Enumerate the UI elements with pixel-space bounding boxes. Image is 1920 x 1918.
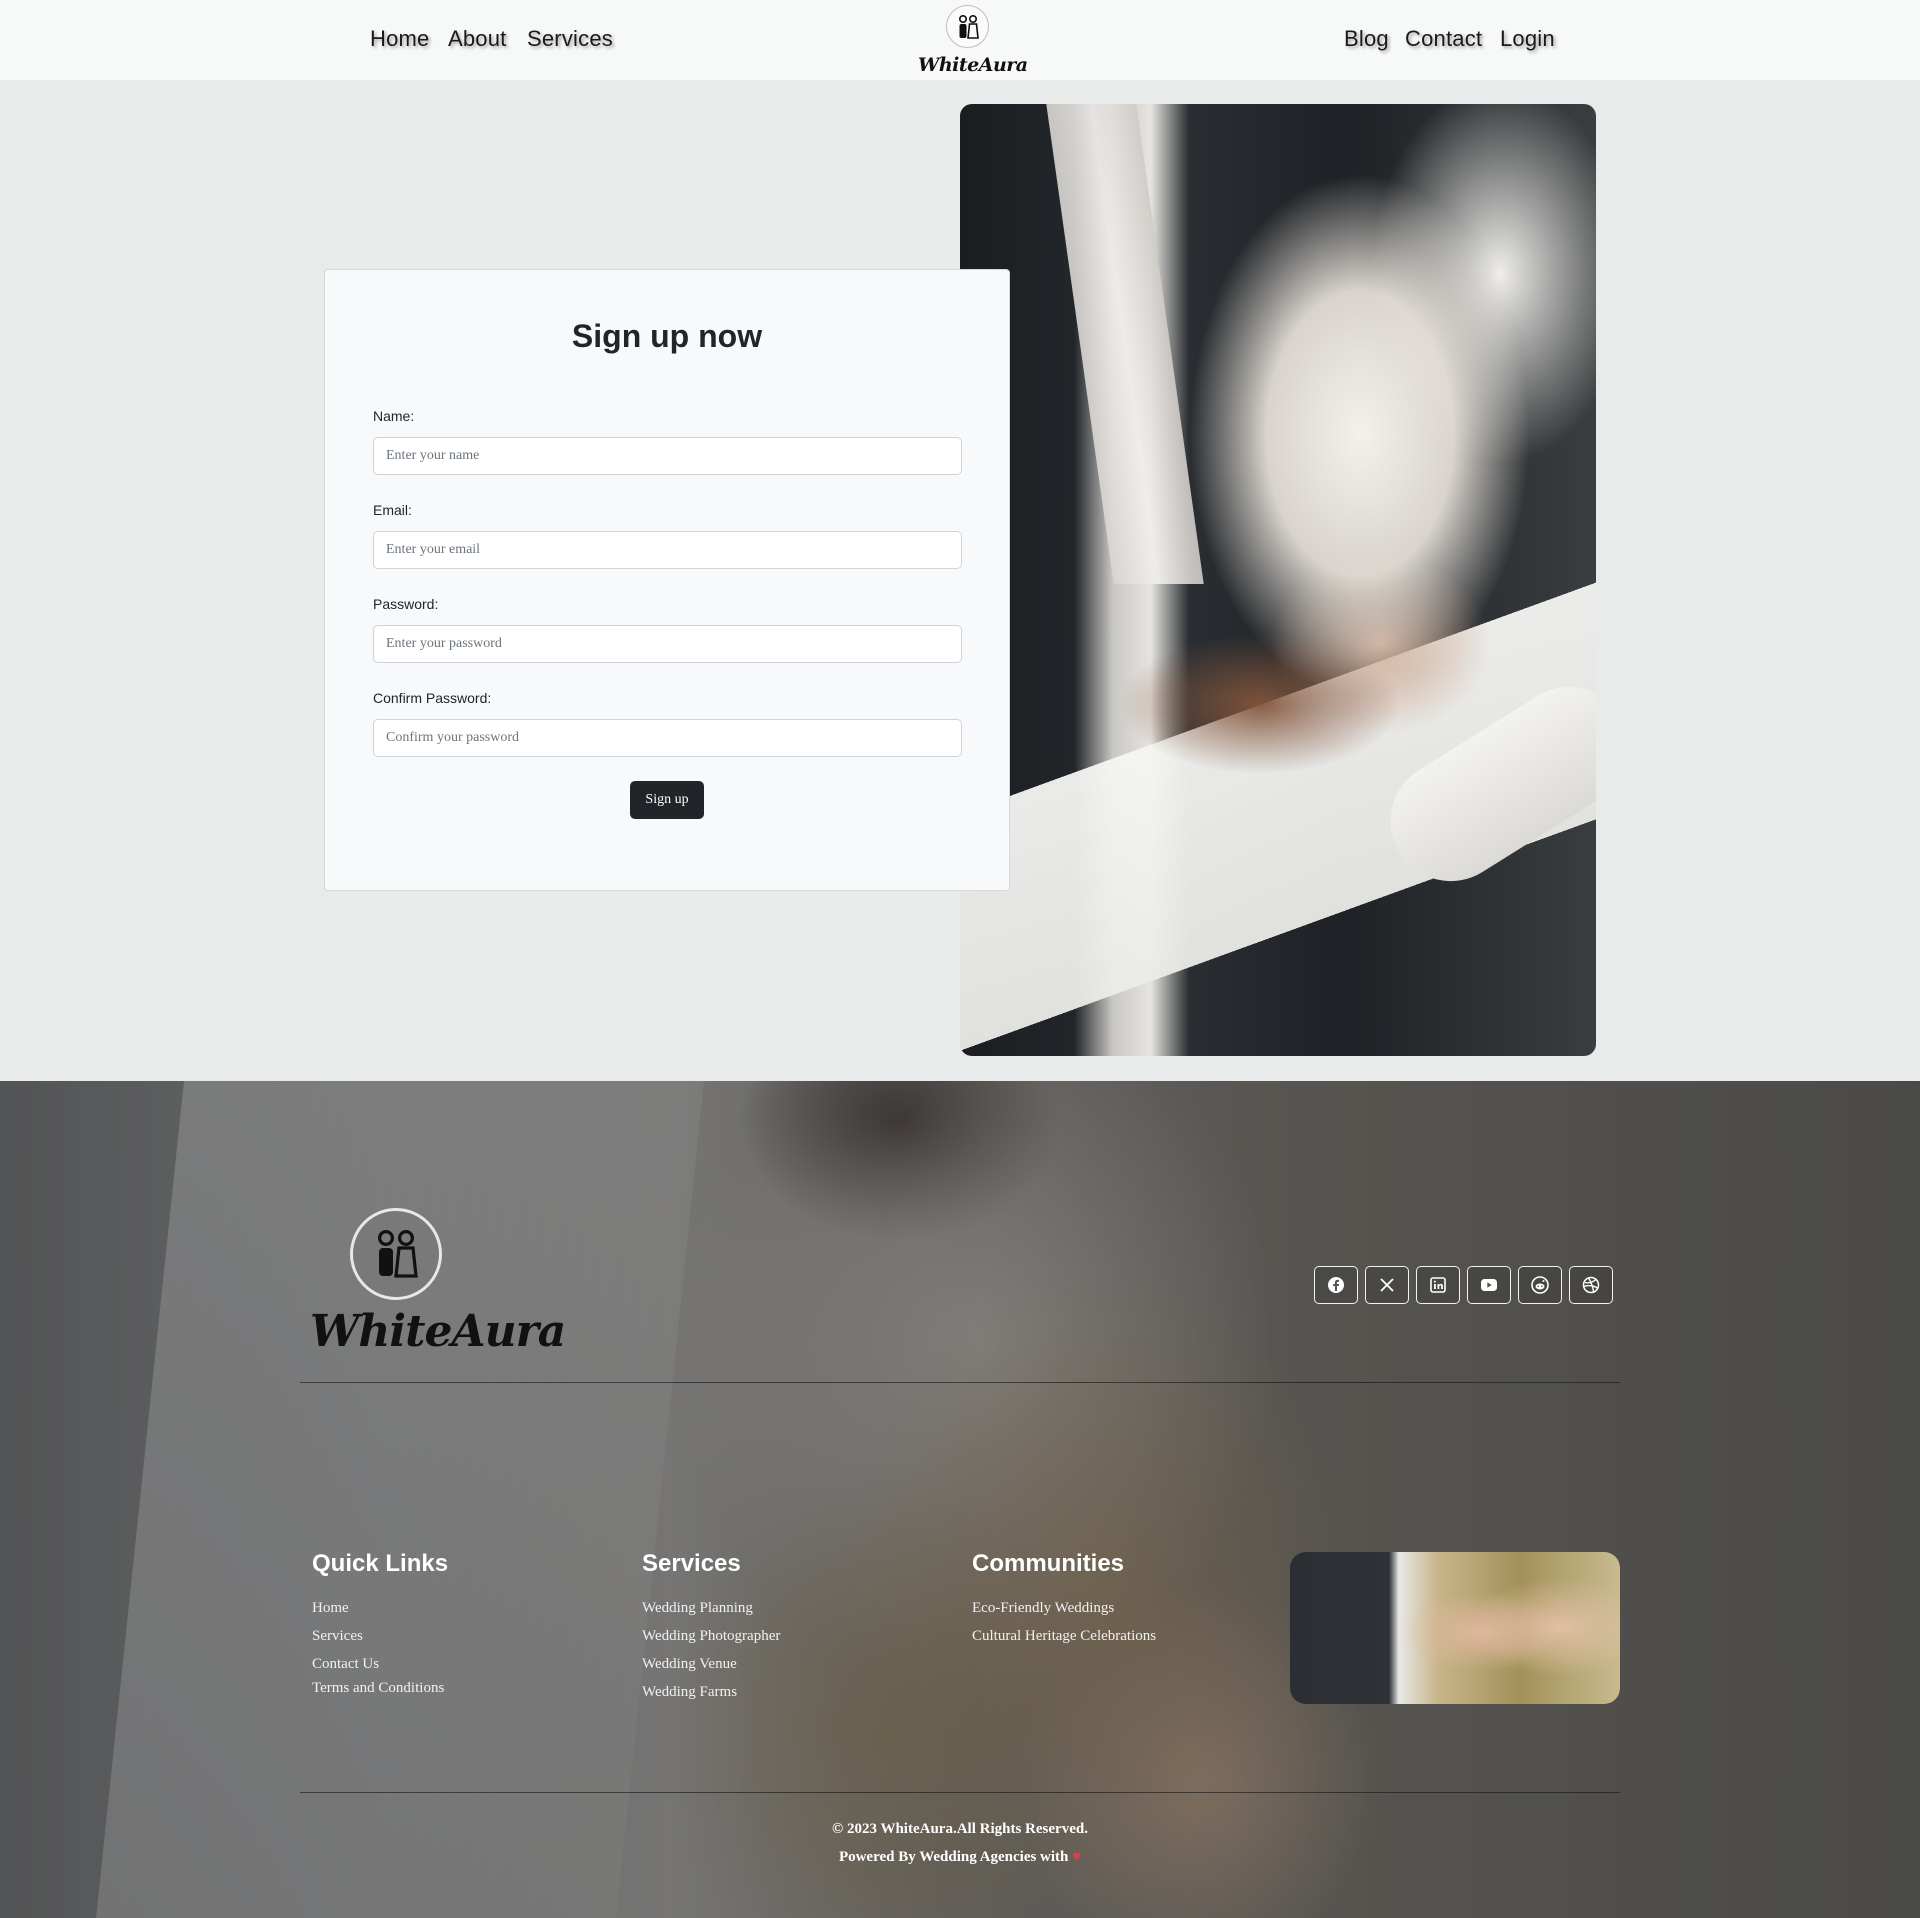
photo-shirt-detail [1046, 104, 1204, 584]
footer-link-contact-us[interactable]: Contact Us [312, 1656, 379, 1673]
footer-link-wedding-photographer[interactable]: Wedding Photographer [642, 1628, 780, 1645]
nav-link-services[interactable]: Services [527, 26, 613, 52]
footer-brand-name: WhiteAura [310, 1306, 566, 1357]
facebook-icon[interactable] [1314, 1266, 1358, 1304]
footer: WhiteAura Quick Links Home Services Cont… [0, 1081, 1920, 1918]
password-input[interactable] [373, 625, 962, 663]
nav-link-blog[interactable]: Blog [1344, 26, 1389, 52]
powered-by-text: Powered By Wedding Agencies with [838, 1849, 1069, 1865]
brand-logo-icon[interactable] [946, 5, 989, 48]
email-input[interactable] [373, 531, 962, 569]
photo-sleeve-detail [1367, 664, 1596, 904]
powered-by-line: Powered By Wedding Agencies with ♥ [0, 1849, 1920, 1866]
footer-logo-icon[interactable] [350, 1208, 442, 1300]
signup-form: Sign up now Name: Email: Password: Confi… [324, 269, 1010, 891]
footer-link-terms[interactable]: Terms and Conditions [312, 1680, 444, 1697]
quick-links-heading: Quick Links [312, 1550, 449, 1577]
couple-icon [958, 14, 979, 39]
x-twitter-icon[interactable] [1365, 1266, 1409, 1304]
footer-link-home[interactable]: Home [312, 1600, 349, 1617]
couple-icon [377, 1229, 418, 1278]
email-label: Email: [373, 502, 412, 518]
reddit-icon[interactable] [1518, 1266, 1562, 1304]
ring-exchange-photo [1290, 1552, 1620, 1704]
dribbble-icon[interactable] [1569, 1266, 1613, 1304]
signup-button[interactable]: Sign up [630, 781, 704, 819]
footer-link-services[interactable]: Services [312, 1628, 363, 1645]
nav-link-about[interactable]: About [448, 26, 507, 52]
name-input[interactable] [373, 437, 962, 475]
footer-link-cultural-heritage[interactable]: Cultural Heritage Celebrations [972, 1628, 1156, 1645]
nav-link-contact[interactable]: Contact [1405, 26, 1482, 52]
communities-heading: Communities [972, 1550, 1125, 1577]
navbar: Home About Services WhiteAura Blog Conta… [0, 0, 1920, 80]
footer-link-wedding-planning[interactable]: Wedding Planning [642, 1600, 753, 1617]
nav-link-login[interactable]: Login [1500, 26, 1555, 52]
footer-link-wedding-venue[interactable]: Wedding Venue [642, 1656, 737, 1673]
nav-link-home[interactable]: Home [370, 26, 430, 52]
footer-divider-top [300, 1382, 1620, 1383]
footer-link-wedding-farms[interactable]: Wedding Farms [642, 1684, 737, 1701]
linkedin-icon[interactable] [1416, 1266, 1460, 1304]
signup-title: Sign up now [571, 318, 763, 354]
footer-divider-bottom [300, 1792, 1620, 1793]
heart-icon: ♥ [1072, 1849, 1082, 1865]
brand-name[interactable]: WhiteAura [918, 54, 1028, 76]
services-heading: Services [642, 1550, 741, 1577]
social-links [1314, 1266, 1613, 1304]
copyright-text: © 2023 WhiteAura.All Rights Reserved. [832, 1821, 1088, 1837]
password-label: Password: [373, 596, 439, 612]
youtube-icon[interactable] [1467, 1266, 1511, 1304]
footer-link-eco-friendly-weddings[interactable]: Eco-Friendly Weddings [972, 1600, 1114, 1617]
confirm-password-label: Confirm Password: [373, 690, 492, 706]
wedding-hands-photo [960, 104, 1596, 1056]
confirm-password-input[interactable] [373, 719, 962, 757]
name-label: Name: [373, 408, 415, 424]
